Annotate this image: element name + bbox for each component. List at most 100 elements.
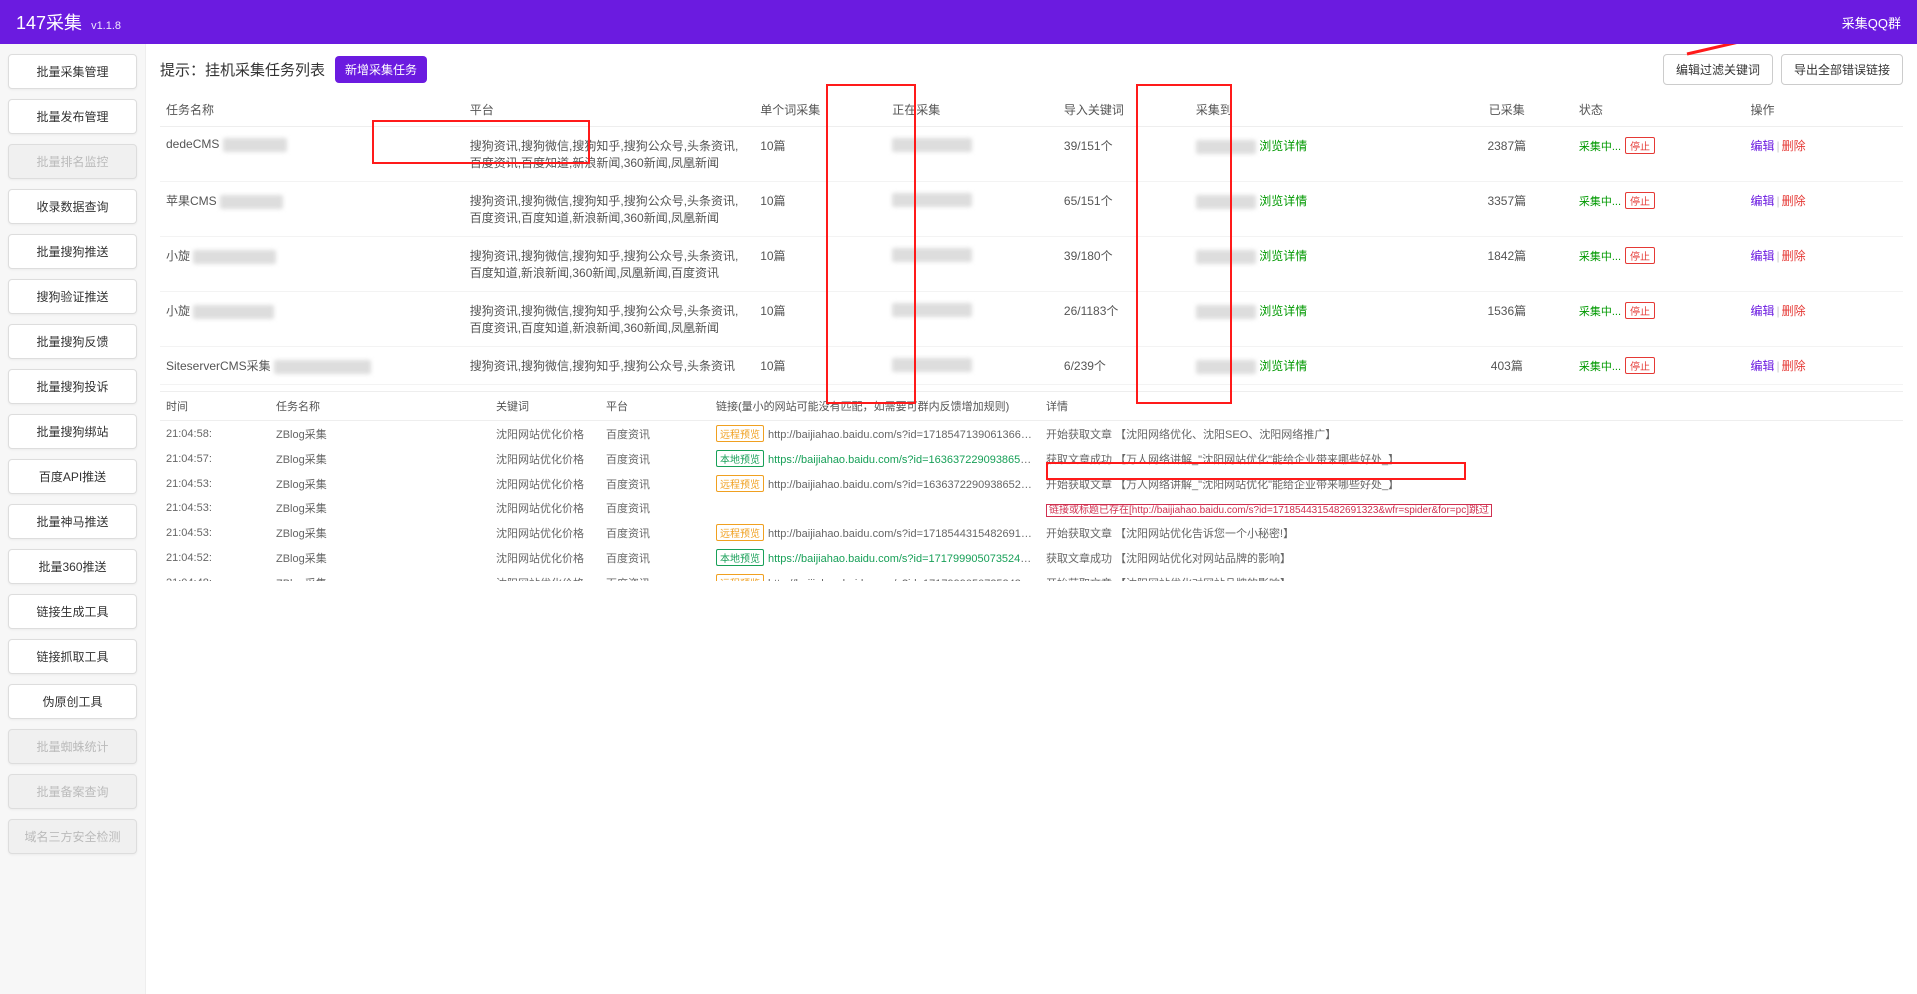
log-kw: 沈阳网站优化价格 [490, 545, 600, 570]
log-link[interactable]: http://baijiahao.baidu.com/s?id=17185443… [768, 528, 1040, 540]
sidebar-item-12[interactable]: 链接生成工具 [8, 594, 137, 629]
edit-button[interactable]: 编辑 [1750, 194, 1774, 208]
remote-preview-badge[interactable]: 远程预览 [716, 524, 764, 541]
browse-detail-link[interactable]: 浏览详情 [1259, 304, 1307, 318]
sidebar-item-14[interactable]: 伪原创工具 [8, 684, 137, 719]
delete-button[interactable]: 删除 [1782, 139, 1806, 153]
th-collected-to: 采集到 [1190, 93, 1441, 127]
export-error-links-button[interactable]: 导出全部错误链接 [1781, 54, 1903, 85]
log-time: 21:04:58: [160, 421, 270, 446]
log-row: 21:04:53:ZBlog采集沈阳网站优化价格百度资讯远程预览http://b… [160, 520, 1903, 545]
log-panel: 时间 任务名称 关键词 平台 链接(量小的网站可能没有匹配，如需要可群内反馈增加… [160, 391, 1903, 984]
task-collecting [886, 292, 1058, 347]
th-log-time: 时间 [160, 392, 270, 421]
log-task: ZBlog采集 [270, 570, 490, 581]
edit-button[interactable]: 编辑 [1750, 304, 1774, 318]
task-collecting [886, 237, 1058, 292]
task-table: 任务名称 平台 单个词采集 正在采集 导入关键词 采集到 已采集 状态 操作 d… [160, 93, 1903, 385]
edit-button[interactable]: 编辑 [1750, 359, 1774, 373]
task-keywords: 39/180个 [1058, 237, 1190, 292]
sidebar-item-16: 批量备案查询 [8, 774, 137, 809]
sidebar-item-5[interactable]: 搜狗验证推送 [8, 279, 137, 314]
log-kw: 沈阳网站优化价格 [490, 520, 600, 545]
page-header: 提示：挂机采集任务列表 新增采集任务 编辑过滤关键词 导出全部错误链接 [160, 54, 1903, 85]
task-platform: 搜狗资讯,搜狗微信,搜狗知乎,搜狗公众号,头条资讯,百度资讯,百度知道,新浪新闻… [464, 127, 755, 182]
task-name: 苹果CMS [166, 194, 217, 208]
log-time: 21:04:53: [160, 520, 270, 545]
stop-button[interactable]: 停止 [1625, 357, 1655, 374]
local-preview-badge[interactable]: 本地预览 [716, 549, 764, 566]
sidebar-item-9[interactable]: 百度API推送 [8, 459, 137, 494]
task-platform: 搜狗资讯,搜狗微信,搜狗知乎,搜狗公众号,头条资讯,百度知道,新浪新闻,360新… [464, 237, 755, 292]
sidebar-item-7[interactable]: 批量搜狗投诉 [8, 369, 137, 404]
remote-preview-badge[interactable]: 远程预览 [716, 475, 764, 492]
main-content: 提示：挂机采集任务列表 新增采集任务 编辑过滤关键词 导出全部错误链接 任务名称… [146, 44, 1917, 994]
delete-button[interactable]: 删除 [1782, 304, 1806, 318]
sidebar-item-13[interactable]: 链接抓取工具 [8, 639, 137, 674]
page-title: 提示：挂机采集任务列表 [160, 59, 325, 80]
browse-detail-link[interactable]: 浏览详情 [1259, 194, 1307, 208]
task-collected: 1536篇 [1441, 292, 1573, 347]
sidebar-item-2: 批量排名监控 [8, 144, 137, 179]
status-running: 采集中... [1579, 248, 1621, 264]
task-collected-to: 浏览详情 [1190, 347, 1441, 385]
sidebar-item-0[interactable]: 批量采集管理 [8, 54, 137, 89]
log-link[interactable]: http://baijiahao.baidu.com/s?id=16363722… [768, 479, 1040, 491]
log-time: 21:04:48: [160, 570, 270, 581]
browse-detail-link[interactable]: 浏览详情 [1259, 249, 1307, 263]
sidebar-item-17: 域名三方安全检测 [8, 819, 137, 854]
local-preview-badge[interactable]: 本地预览 [716, 450, 764, 467]
task-collected: 3357篇 [1441, 182, 1573, 237]
qq-group-link[interactable]: 采集QQ群 [1842, 13, 1901, 32]
task-collected-to: 浏览详情 [1190, 127, 1441, 182]
log-link[interactable]: http://baijiahao.baidu.com/s?id=17179990… [768, 578, 1040, 581]
stop-button[interactable]: 停止 [1625, 247, 1655, 264]
log-row: 21:04:57:ZBlog采集沈阳网站优化价格百度资讯本地预览https://… [160, 446, 1903, 471]
sidebar-item-11[interactable]: 批量360推送 [8, 549, 137, 584]
task-platform: 搜狗资讯,搜狗微信,搜狗知乎,搜狗公众号,头条资讯,百度资讯,百度知道,新浪新闻… [464, 182, 755, 237]
log-detail: 获取文章成功 【沈阳网站优化对网站品牌的影响】 [1046, 553, 1291, 565]
browse-detail-link[interactable]: 浏览详情 [1259, 359, 1307, 373]
stop-button[interactable]: 停止 [1625, 302, 1655, 319]
log-time: 21:04:53: [160, 496, 270, 520]
browse-detail-link[interactable]: 浏览详情 [1259, 139, 1307, 153]
task-collected-to: 浏览详情 [1190, 182, 1441, 237]
sidebar-item-3[interactable]: 收录数据查询 [8, 189, 137, 224]
log-detail: 开始获取文章 【沈阳网站优化告诉您一个小秘密!】 [1046, 528, 1294, 540]
th-platform: 平台 [464, 93, 755, 127]
th-keywords: 导入关键词 [1058, 93, 1190, 127]
task-name: 小旋 [166, 249, 190, 263]
stop-button[interactable]: 停止 [1625, 192, 1655, 209]
remote-preview-badge[interactable]: 远程预览 [716, 425, 764, 442]
delete-button[interactable]: 删除 [1782, 194, 1806, 208]
new-task-button[interactable]: 新增采集任务 [335, 56, 427, 83]
sidebar-item-4[interactable]: 批量搜狗推送 [8, 234, 137, 269]
stop-button[interactable]: 停止 [1625, 137, 1655, 154]
task-single: 10篇 [754, 182, 886, 237]
edit-button[interactable]: 编辑 [1750, 249, 1774, 263]
sidebar-item-10[interactable]: 批量神马推送 [8, 504, 137, 539]
sidebar: 批量采集管理批量发布管理批量排名监控收录数据查询批量搜狗推送搜狗验证推送批量搜狗… [0, 44, 146, 994]
sidebar-item-8[interactable]: 批量搜狗绑站 [8, 414, 137, 449]
log-table: 时间 任务名称 关键词 平台 链接(量小的网站可能没有匹配，如需要可群内反馈增加… [160, 392, 1903, 581]
th-status: 状态 [1573, 93, 1745, 127]
delete-button[interactable]: 删除 [1782, 249, 1806, 263]
log-link[interactable]: https://baijiahao.baidu.com/s?id=1717999… [768, 553, 1040, 565]
app-name: 147采集 [16, 13, 82, 33]
log-link[interactable]: https://baijiahao.baidu.com/s?id=1636372… [768, 454, 1040, 466]
log-task: ZBlog采集 [270, 545, 490, 570]
log-row: 21:04:48:ZBlog采集沈阳网站优化价格百度资讯远程预览http://b… [160, 570, 1903, 581]
log-link[interactable]: http://baijiahao.baidu.com/s?id=17185471… [768, 429, 1040, 441]
th-log-task: 任务名称 [270, 392, 490, 421]
delete-button[interactable]: 删除 [1782, 359, 1806, 373]
task-single: 10篇 [754, 347, 886, 385]
status-running: 采集中... [1579, 138, 1621, 154]
sidebar-item-6[interactable]: 批量搜狗反馈 [8, 324, 137, 359]
edit-filter-keywords-button[interactable]: 编辑过滤关键词 [1663, 54, 1773, 85]
th-log-detail: 详情 [1040, 392, 1903, 421]
log-detail: 开始获取文章 【万人网络讲解_"沈阳网站优化"能给企业带来哪些好处_】 [1046, 479, 1399, 491]
log-task: ZBlog采集 [270, 520, 490, 545]
edit-button[interactable]: 编辑 [1750, 139, 1774, 153]
sidebar-item-1[interactable]: 批量发布管理 [8, 99, 137, 134]
remote-preview-badge[interactable]: 远程预览 [716, 574, 764, 581]
